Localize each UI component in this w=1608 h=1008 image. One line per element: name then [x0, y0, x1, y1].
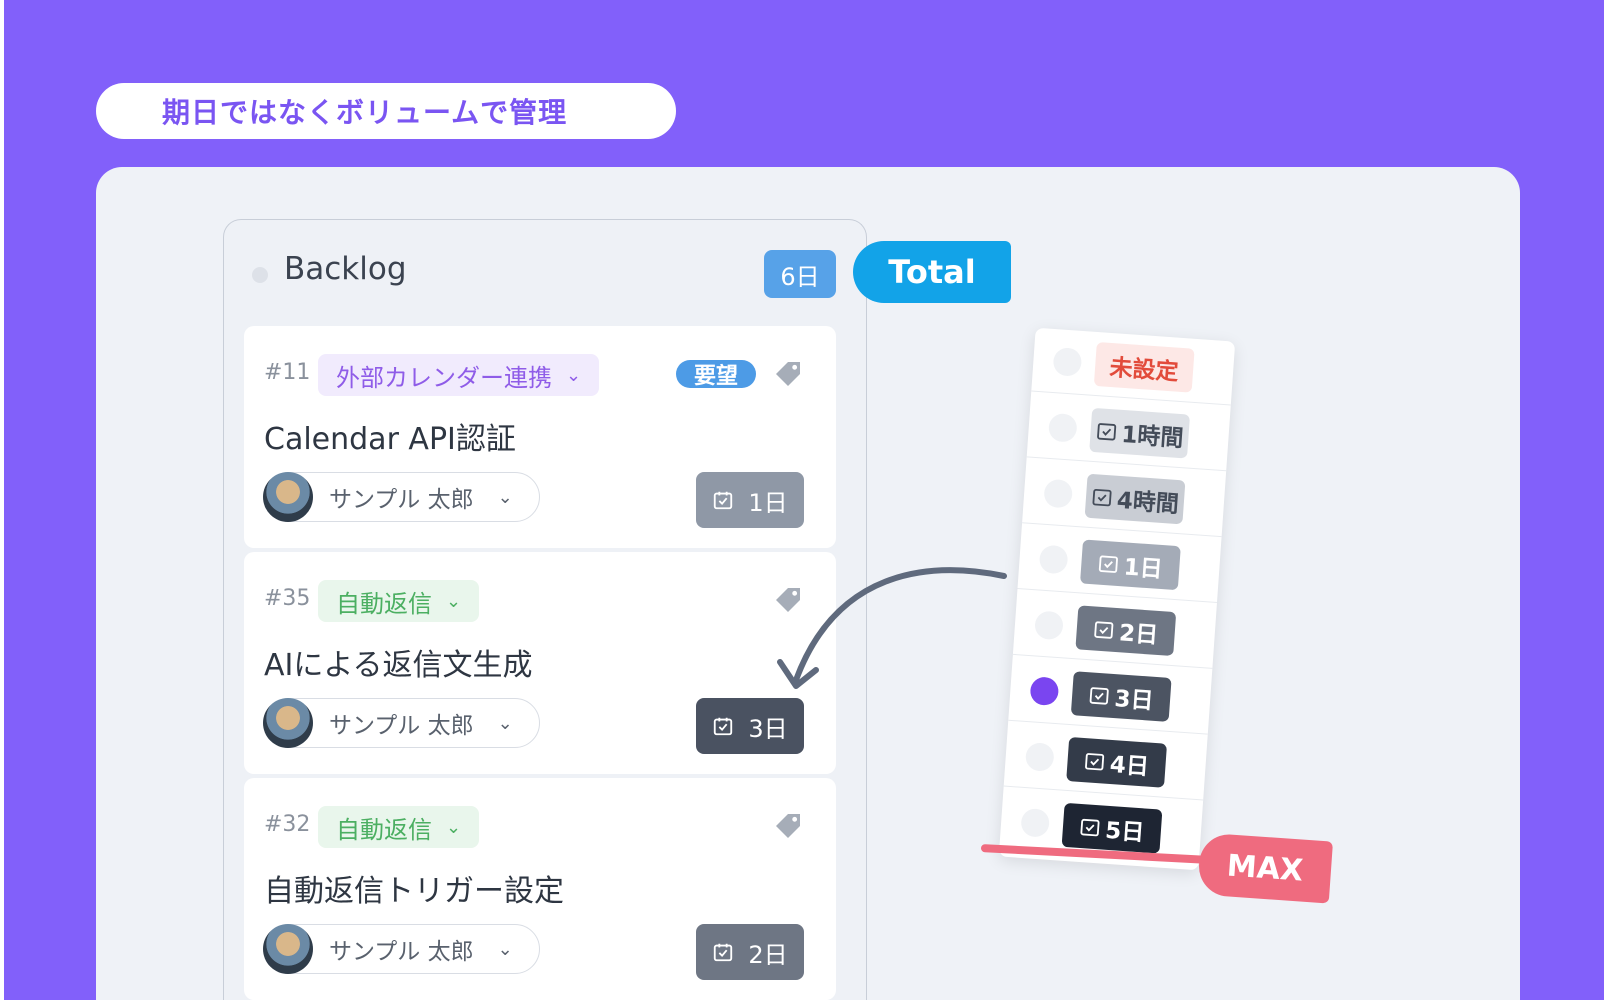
chevron-down-icon: ⌄	[566, 364, 582, 386]
task-title[interactable]: 自動返信トリガー設定	[264, 866, 564, 910]
tag-icon[interactable]	[772, 358, 804, 390]
radio-button-selected[interactable]	[1029, 676, 1060, 707]
column-total-badge: 6日	[764, 250, 836, 298]
menu-option-1h[interactable]: 1時間	[1026, 393, 1231, 472]
option-label: 4時間	[1115, 487, 1180, 519]
option-chip: 1日	[1079, 539, 1181, 591]
max-callout: MAX	[1196, 832, 1334, 904]
calendar-icon	[1092, 488, 1112, 507]
option-chip: 3日	[1070, 671, 1172, 722]
section-heading: 期日ではなくボリュームで管理	[96, 83, 676, 139]
bottom-strip	[0, 1000, 1608, 1008]
curved-arrow-icon	[777, 567, 1007, 689]
radio-button[interactable]	[1047, 412, 1078, 443]
assignee-name: サンプル 太郎	[329, 487, 474, 513]
board-panel: Backlog 6日 #11 外部カレンダー連携 ⌄ 要望 Calendar A…	[96, 167, 1520, 1000]
option-label: 1日	[1122, 554, 1164, 584]
menu-option-4d[interactable]: 4日	[1003, 722, 1208, 801]
option-chip: 4時間	[1084, 473, 1186, 525]
calendar-icon	[1097, 423, 1117, 441]
category-dropdown[interactable]: 外部カレンダー連携 ⌄	[318, 354, 600, 396]
task-number: #35	[264, 586, 311, 611]
column-title: Backlog	[284, 251, 407, 287]
estimate-menu: 未設定 1時間 4時間 1日 2日 3日 4日 5日	[998, 327, 1236, 871]
option-chip: 4日	[1066, 737, 1168, 788]
estimate-button[interactable]: 1日	[696, 472, 804, 528]
calendar-icon	[1099, 555, 1119, 573]
chevron-down-icon: ⌄	[497, 712, 513, 734]
option-label: 3日	[1113, 686, 1155, 715]
category-label: 自動返信	[336, 589, 432, 618]
option-chip: 5日	[1061, 802, 1163, 854]
estimate-button[interactable]: 2日	[696, 924, 804, 980]
option-chip: 2日	[1075, 605, 1177, 657]
backlog-column: Backlog 6日 #11 外部カレンダー連携 ⌄ 要望 Calendar A…	[223, 219, 867, 1000]
task-title[interactable]: AIによる返信文生成	[264, 640, 532, 684]
task-number: #32	[264, 812, 311, 837]
chevron-down-icon: ⌄	[446, 816, 462, 838]
option-label: 5日	[1104, 817, 1146, 847]
request-badge: 要望	[676, 360, 756, 389]
menu-option-2d[interactable]: 2日	[1012, 591, 1217, 669]
estimate-label: 3日	[748, 714, 788, 743]
option-label: 4日	[1108, 751, 1150, 781]
calendar-icon	[1090, 687, 1110, 705]
radio-button[interactable]	[1034, 610, 1064, 641]
avatar	[263, 924, 313, 974]
radio-button[interactable]	[1038, 544, 1069, 575]
option-chip: 未設定	[1093, 341, 1195, 393]
assignee-name: サンプル 太郎	[329, 939, 474, 965]
column-status-dot	[252, 267, 268, 283]
task-card[interactable]: #35 自動返信 ⌄ AIによる返信文生成 サンプル 太郎 ⌄ 3日	[244, 552, 836, 774]
radio-button[interactable]	[1052, 347, 1083, 377]
calendar-icon	[1080, 818, 1101, 837]
assignee-selector[interactable]: サンプル 太郎 ⌄	[263, 924, 540, 974]
calendar-icon	[714, 943, 733, 962]
assignee-selector[interactable]: サンプル 太郎 ⌄	[263, 472, 540, 522]
avatar	[263, 472, 313, 522]
option-label: 1時間	[1120, 421, 1185, 453]
avatar	[263, 698, 313, 748]
calendar-icon	[1085, 753, 1105, 771]
estimate-label: 1日	[748, 488, 788, 517]
radio-button[interactable]	[1024, 742, 1055, 772]
menu-option-1d[interactable]: 1日	[1017, 525, 1222, 603]
calendar-icon	[714, 717, 733, 736]
task-card[interactable]: #11 外部カレンダー連携 ⌄ 要望 Calendar API認証 サンプル 太…	[244, 326, 836, 548]
task-title[interactable]: Calendar API認証	[264, 414, 516, 458]
chevron-down-icon: ⌄	[446, 590, 462, 612]
tag-icon[interactable]	[772, 810, 804, 842]
task-number: #11	[264, 360, 311, 385]
category-label: 外部カレンダー連携	[336, 363, 552, 392]
total-callout: Total	[853, 241, 1011, 303]
category-dropdown[interactable]: 自動返信 ⌄	[318, 580, 480, 622]
category-dropdown[interactable]: 自動返信 ⌄	[318, 806, 480, 848]
calendar-icon	[714, 491, 733, 510]
menu-option-3d[interactable]: 3日	[1008, 656, 1213, 735]
chevron-down-icon: ⌄	[497, 486, 513, 508]
chevron-down-icon: ⌄	[497, 938, 513, 960]
menu-option-unset[interactable]: 未設定	[1031, 327, 1236, 406]
task-card[interactable]: #32 自動返信 ⌄ 自動返信トリガー設定 サンプル 太郎 ⌄ 2日	[244, 778, 836, 1000]
assignee-selector[interactable]: サンプル 太郎 ⌄	[263, 698, 540, 748]
assignee-name: サンプル 太郎	[329, 713, 474, 739]
radio-button[interactable]	[1020, 807, 1051, 838]
menu-option-4h[interactable]: 4時間	[1022, 459, 1227, 538]
estimate-label: 2日	[748, 940, 788, 969]
option-label: 2日	[1118, 620, 1159, 649]
calendar-icon	[1094, 621, 1114, 639]
background-frame: 期日ではなくボリュームで管理 Backlog 6日 #11 外部カレンダー連携 …	[4, 0, 1604, 1000]
radio-button[interactable]	[1043, 478, 1074, 509]
option-chip: 1時間	[1089, 407, 1191, 459]
category-label: 自動返信	[336, 815, 432, 844]
